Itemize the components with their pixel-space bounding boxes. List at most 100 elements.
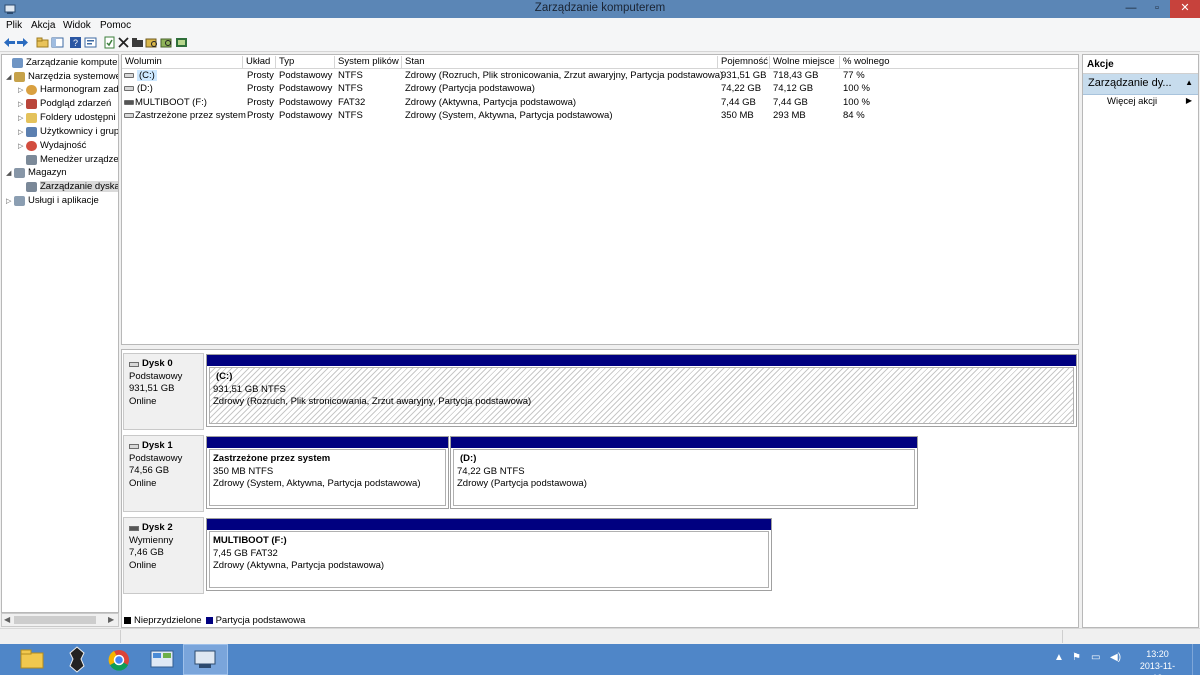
drive-properties-icon[interactable]: [175, 36, 188, 49]
action-center-flag-icon[interactable]: ⚑: [1072, 652, 1081, 663]
minimize-button[interactable]: —: [1118, 0, 1144, 18]
search-folder-icon[interactable]: [160, 36, 173, 49]
menu-widok[interactable]: Widok: [63, 20, 91, 31]
status-divider: [1062, 630, 1063, 643]
table-row[interactable]: MULTIBOOT (F:) Prosty Podstawowy FAT32 Z…: [122, 97, 1078, 110]
expand-arrow-icon[interactable]: ▷: [18, 86, 26, 94]
expand-arrow-icon[interactable]: ▷: [18, 114, 26, 122]
column-header-filesystem[interactable]: System plików: [335, 56, 402, 69]
properties-icon[interactable]: [84, 36, 97, 49]
table-row[interactable]: Zastrzeżone przez system Prosty Podstawo…: [122, 110, 1078, 123]
delete-icon[interactable]: [117, 36, 130, 49]
explore-icon[interactable]: [145, 36, 158, 49]
maximize-button[interactable]: ▫: [1144, 0, 1170, 18]
taskbar-computer-management[interactable]: [183, 644, 228, 675]
menu-pomoc[interactable]: Pomoc: [100, 20, 131, 31]
partition-f[interactable]: MULTIBOOT (F:) 7,45 GB FAT32 Zdrowy (Akt…: [206, 518, 772, 591]
partition-system-reserved[interactable]: Zastrzeżone przez system 350 MB NTFS Zdr…: [206, 436, 449, 509]
back-icon[interactable]: [3, 36, 16, 49]
collapse-arrow-icon[interactable]: ◢: [6, 73, 14, 81]
taskbar-chrome[interactable]: [97, 644, 142, 675]
expand-arrow-icon[interactable]: ▷: [18, 142, 26, 150]
help-icon[interactable]: ?: [69, 36, 82, 49]
taskbar: ▲ ⚑ ▭ ◀) 13:20 2013-11-19: [0, 644, 1200, 675]
tree-horizontal-scrollbar[interactable]: ◀ ▶: [1, 613, 119, 627]
tree-item-users-groups[interactable]: ▷ Użytkownicy i grup: [18, 125, 118, 138]
removable-drive-icon: [124, 100, 134, 105]
expand-arrow-icon[interactable]: ▷: [18, 128, 26, 136]
up-folder-icon[interactable]: [36, 36, 49, 49]
services-icon: [14, 195, 25, 206]
skyrim-icon: [69, 646, 85, 673]
network-icon[interactable]: ▭: [1091, 652, 1100, 663]
removable-disk-icon: [129, 525, 139, 531]
tree-item-event-viewer[interactable]: ▷ Podgląd zdarzeń: [18, 97, 111, 110]
show-hidden-icons[interactable]: ▲: [1054, 652, 1064, 663]
column-header-type[interactable]: Typ: [276, 56, 335, 69]
check-icon[interactable]: [103, 36, 116, 49]
actions-pane: Akcje Zarządzanie dy... ▲ Więcej akcji ▶: [1082, 54, 1199, 628]
partition-c[interactable]: (C:) 931,51 GB NTFS Zdrowy (Rozruch, Pli…: [206, 354, 1077, 427]
tree-item-disk-management[interactable]: Zarządzanie dyskar: [18, 180, 118, 193]
event-viewer-icon: [26, 98, 37, 109]
folder-open-icon[interactable]: [131, 36, 144, 49]
shared-folder-icon: [26, 112, 37, 123]
collapse-arrow-icon[interactable]: ◢: [6, 169, 14, 177]
submenu-arrow-icon: ▶: [1185, 96, 1192, 105]
menu-plik[interactable]: Plik: [6, 20, 22, 31]
show-hide-tree-icon[interactable]: [51, 36, 64, 49]
disk-1-label[interactable]: Dysk 1 Podstawowy 74,56 GB Online: [123, 435, 204, 512]
unallocated-swatch: [124, 617, 131, 624]
disk-0-label[interactable]: Dysk 0 Podstawowy 931,51 GB Online: [123, 353, 204, 430]
scroll-right-icon[interactable]: ▶: [108, 615, 114, 624]
taskbar-clock[interactable]: 13:20 2013-11-19: [1135, 648, 1180, 675]
column-header-layout[interactable]: Układ: [243, 56, 276, 69]
menu-akcja[interactable]: Akcja: [31, 20, 55, 31]
drive-icon: [124, 73, 134, 78]
column-header-free-space[interactable]: Wolne miejsce: [770, 56, 840, 69]
tree-item-services-apps[interactable]: ▷ Usługi i aplikacje: [6, 194, 99, 207]
column-header-capacity[interactable]: Pojemność: [718, 56, 770, 69]
scroll-left-icon[interactable]: ◀: [4, 615, 10, 624]
close-button[interactable]: ✕: [1170, 0, 1200, 18]
console-tree: Zarządzanie komputerem ◢ Narzędzia syste…: [1, 54, 119, 613]
taskbar-file-explorer[interactable]: [10, 644, 55, 675]
tree-item-system-tools[interactable]: ◢ Narzędzia systemowe: [6, 70, 118, 83]
tree-item-performance[interactable]: ▷ Wydajność: [18, 139, 86, 152]
drive-icon: [124, 86, 134, 91]
partition-body: Zastrzeżone przez system 350 MB NTFS Zdr…: [209, 449, 446, 506]
disk-2-label[interactable]: Dysk 2 Wymienny 7,46 GB Online: [123, 517, 204, 594]
table-row[interactable]: (D:) Prosty Podstawowy NTFS Zdrowy (Part…: [122, 83, 1078, 96]
tree-item-storage[interactable]: ◢ Magazyn: [6, 166, 67, 179]
tools-icon: [14, 71, 25, 82]
expand-arrow-icon[interactable]: ▷: [18, 100, 26, 108]
tree-item-computer-management[interactable]: Zarządzanie komputerem: [4, 56, 118, 69]
tree-item-shared-folders[interactable]: ▷ Foldery udostępni: [18, 111, 116, 124]
primary-partition-swatch: [205, 617, 213, 624]
tree-item-task-scheduler[interactable]: ▷ Harmonogram zad: [18, 83, 118, 96]
taskbar-skyrim[interactable]: [55, 644, 100, 675]
status-bar: [0, 628, 1200, 644]
collapse-up-icon[interactable]: ▲: [1185, 78, 1193, 87]
column-header-volume[interactable]: Wolumin: [122, 56, 243, 69]
more-actions-link[interactable]: Więcej akcji: [1107, 96, 1157, 107]
taskbar-control-panel[interactable]: [140, 644, 185, 675]
computer-management-icon: [194, 650, 216, 668]
partition-d[interactable]: (D:) 74,22 GB NTFS Zdrowy (Partycja pods…: [450, 436, 918, 509]
forward-icon[interactable]: [16, 36, 29, 49]
tree-item-device-manager[interactable]: Menedżer urządzeń: [18, 153, 118, 166]
actions-section-disk-management[interactable]: Zarządzanie dy... ▲: [1083, 74, 1198, 95]
clock-icon: [26, 84, 37, 95]
device-manager-icon: [26, 154, 37, 165]
scrollbar-thumb[interactable]: [14, 616, 96, 624]
expand-arrow-icon[interactable]: ▷: [6, 197, 14, 205]
primary-partition-bar: [451, 437, 917, 448]
drive-icon: [124, 113, 134, 118]
show-desktop-button[interactable]: [1192, 644, 1200, 675]
table-row[interactable]: (C:) Prosty Podstawowy NTFS Zdrowy (Rozr…: [122, 70, 1078, 83]
volume-icon[interactable]: ◀): [1110, 652, 1121, 663]
column-header-status[interactable]: Stan: [402, 56, 718, 69]
column-header-percent-free[interactable]: % wolnego: [840, 56, 1078, 69]
legend: Nieprzydzielone Partycja podstawowa: [124, 615, 305, 626]
control-panel-icon: [150, 650, 174, 668]
